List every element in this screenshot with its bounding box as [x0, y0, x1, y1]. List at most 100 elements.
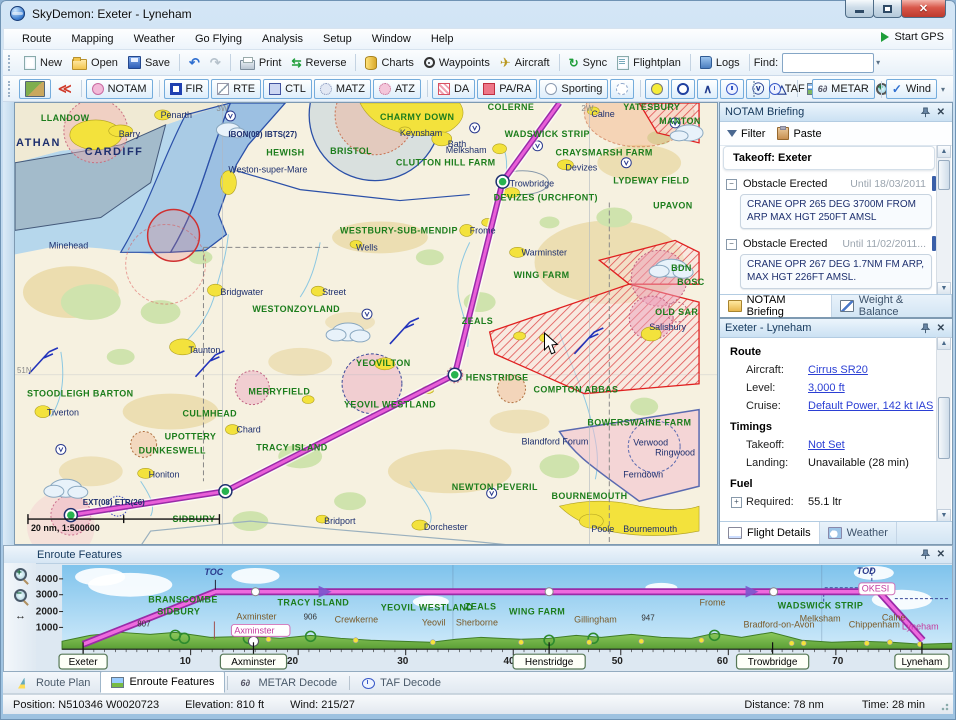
- scroll-thumb[interactable]: [938, 160, 950, 190]
- collapse-icon[interactable]: −: [726, 178, 737, 190]
- pin-icon[interactable]: [920, 106, 931, 118]
- redo-button[interactable]: ↷: [205, 54, 226, 71]
- tab-taf-decode[interactable]: TAF Decode: [352, 673, 451, 693]
- profile-waypoint-box[interactable]: Axminster: [219, 653, 288, 670]
- layer-rte-toggle[interactable]: RTE: [211, 78, 262, 99]
- panel-tab-notam-briefing[interactable]: NOTAM Briefing: [720, 294, 833, 318]
- menu-item-mapping[interactable]: Mapping: [61, 30, 123, 48]
- toolbar-grip[interactable]: [8, 54, 14, 71]
- map-style-button[interactable]: [19, 78, 51, 99]
- scroll-thumb[interactable]: [938, 397, 950, 459]
- layer-airfields-toggle[interactable]: [645, 78, 670, 99]
- map-waypoint[interactable]: [447, 367, 462, 382]
- replan-button[interactable]: ≪: [53, 79, 75, 99]
- layer-notam-toggle[interactable]: NOTAM: [85, 78, 153, 99]
- tab-enroute-features[interactable]: Enroute Features: [100, 671, 226, 693]
- profile-waypoint-box[interactable]: Lyneham: [894, 653, 950, 670]
- layer-gliding-toggle[interactable]: [610, 78, 635, 99]
- notam-scrollbar[interactable]: ▲ ▼: [936, 145, 951, 295]
- map-waypoint[interactable]: [218, 484, 233, 499]
- wx-overflow-icon[interactable]: ▾: [941, 85, 945, 94]
- notam-entry-detail[interactable]: CRANE OPR 267 DEG 1.7NM FM ARP, MAX HGT …: [740, 254, 932, 289]
- save-button[interactable]: Save: [123, 54, 175, 71]
- resize-grip[interactable]: [939, 701, 949, 711]
- layer-ctl-toggle[interactable]: CTL: [263, 78, 312, 99]
- flight-scrollbar[interactable]: ▲ ▼: [936, 337, 951, 522]
- filter-button[interactable]: Filter: [727, 128, 765, 140]
- menu-item-route[interactable]: Route: [12, 30, 61, 48]
- notam-close-icon[interactable]: ✕: [935, 107, 947, 118]
- pin-icon[interactable]: [920, 322, 931, 334]
- panel-tab-weather[interactable]: Weather: [820, 522, 897, 544]
- new-button[interactable]: New: [19, 54, 67, 72]
- menu-item-go-flying[interactable]: Go Flying: [185, 30, 252, 48]
- maximize-button[interactable]: [873, 0, 902, 18]
- profile-fit-width-icon[interactable]: ↔: [15, 610, 26, 622]
- tab-route-plan[interactable]: Route Plan: [8, 673, 100, 693]
- profile-label: Bradford-on-Avon: [744, 619, 815, 629]
- map-view[interactable]: LLANDOW CARDIFF ATHAN Penarth Barry HEWISH BRI…: [14, 102, 718, 545]
- flight-value-link[interactable]: 3,000 ft: [808, 382, 845, 394]
- layer-navaid-toggle[interactable]: ∧: [697, 78, 719, 99]
- pin-icon[interactable]: [920, 549, 931, 560]
- wx-toolbar-grip[interactable]: [752, 81, 759, 97]
- tab-metar-decode[interactable]: 6∂ METAR Decode: [230, 673, 347, 693]
- scroll-up-icon[interactable]: ▲: [937, 145, 951, 158]
- metar-toggle[interactable]: 6∂ METAR: [811, 79, 875, 99]
- collapse-icon[interactable]: −: [726, 238, 737, 250]
- layer-fir-toggle[interactable]: FIR: [163, 78, 210, 99]
- enroute-close-icon[interactable]: ✕: [935, 549, 947, 560]
- layer-atz-toggle[interactable]: ATZ: [372, 78, 421, 99]
- notam-entry-row[interactable]: − Obstacle Erected Until 18/03/2011: [722, 174, 936, 193]
- flight-value-link[interactable]: Not Set: [808, 439, 845, 451]
- minimize-button[interactable]: [845, 0, 874, 18]
- layer-obstacle-toggle[interactable]: [720, 78, 745, 99]
- flight-close-icon[interactable]: ✕: [935, 323, 947, 334]
- wind-toggle[interactable]: ✓ Wind: [885, 79, 937, 99]
- toolbar-overflow-icon[interactable]: ▾: [876, 58, 880, 67]
- charts-button[interactable]: Charts: [360, 54, 418, 72]
- bi-tc-icon: [362, 677, 376, 689]
- undo-button[interactable]: ↶: [184, 54, 205, 71]
- menu-item-help[interactable]: Help: [421, 30, 464, 48]
- profile-zoom-in-icon[interactable]: +: [13, 567, 27, 581]
- layer-da-toggle[interactable]: DA: [431, 78, 476, 99]
- sync-button[interactable]: ↻ Sync: [564, 55, 613, 71]
- menu-item-weather[interactable]: Weather: [124, 30, 185, 48]
- paste-button[interactable]: Paste: [777, 126, 822, 140]
- map-label: COLERNE: [488, 103, 535, 112]
- find-input[interactable]: [782, 52, 875, 73]
- panel-tab-flight-details[interactable]: Flight Details: [720, 522, 820, 544]
- waypoints-button[interactable]: Waypoints: [419, 55, 495, 71]
- close-button[interactable]: ✕: [901, 0, 946, 18]
- open-button[interactable]: Open: [67, 54, 123, 72]
- layer-para-toggle[interactable]: PA/RA: [477, 78, 538, 99]
- reverse-button[interactable]: ⇆ Reverse: [286, 55, 351, 71]
- flightplan-button[interactable]: Flightplan: [612, 54, 686, 72]
- start-gps-button[interactable]: Start GPS: [881, 31, 944, 43]
- profile-waypoint-box[interactable]: Trowbridge: [735, 653, 810, 670]
- flight-value-link[interactable]: Default Power, 142 kt IAS: [808, 400, 933, 412]
- menu-item-setup[interactable]: Setup: [313, 30, 362, 48]
- panel-tab-weight-balance[interactable]: Weight & Balance: [832, 294, 952, 318]
- taf-toggle[interactable]: TAF: [764, 79, 810, 99]
- notam-entry-detail[interactable]: CRANE OPR 265 DEG 3700M FROM ARP MAX HGT…: [740, 194, 932, 229]
- aircraft-button[interactable]: ✈ Aircraft: [495, 54, 555, 71]
- layer-sporting-toggle[interactable]: Sporting: [539, 78, 609, 99]
- scroll-up-icon[interactable]: ▲: [937, 337, 951, 350]
- layer-matz-toggle[interactable]: MATZ: [313, 78, 371, 99]
- menu-item-analysis[interactable]: Analysis: [252, 30, 313, 48]
- layer-vrp-toggle[interactable]: [671, 78, 696, 99]
- profile-zoom-out-icon[interactable]: −: [13, 588, 27, 602]
- logs-button[interactable]: Logs: [695, 54, 745, 71]
- expand-icon[interactable]: +: [731, 496, 742, 508]
- profile-waypoint-box[interactable]: Exeter: [58, 653, 108, 670]
- toolbar-grip2[interactable]: [8, 80, 14, 97]
- flight-value-link[interactable]: Cirrus SR20: [808, 364, 868, 376]
- map-waypoint[interactable]: [495, 174, 510, 189]
- print-button[interactable]: Print: [235, 54, 287, 72]
- notam-entry-row[interactable]: −Obstacle Erected Until 11/02/2011...: [722, 234, 936, 253]
- elevation-profile[interactable]: 4000 3000 2000 1000 BRANSCOMBE SIDBURY TRACY I…: [36, 563, 953, 671]
- menu-item-window[interactable]: Window: [362, 30, 421, 48]
- profile-waypoint-box[interactable]: Henstridge: [512, 653, 586, 670]
